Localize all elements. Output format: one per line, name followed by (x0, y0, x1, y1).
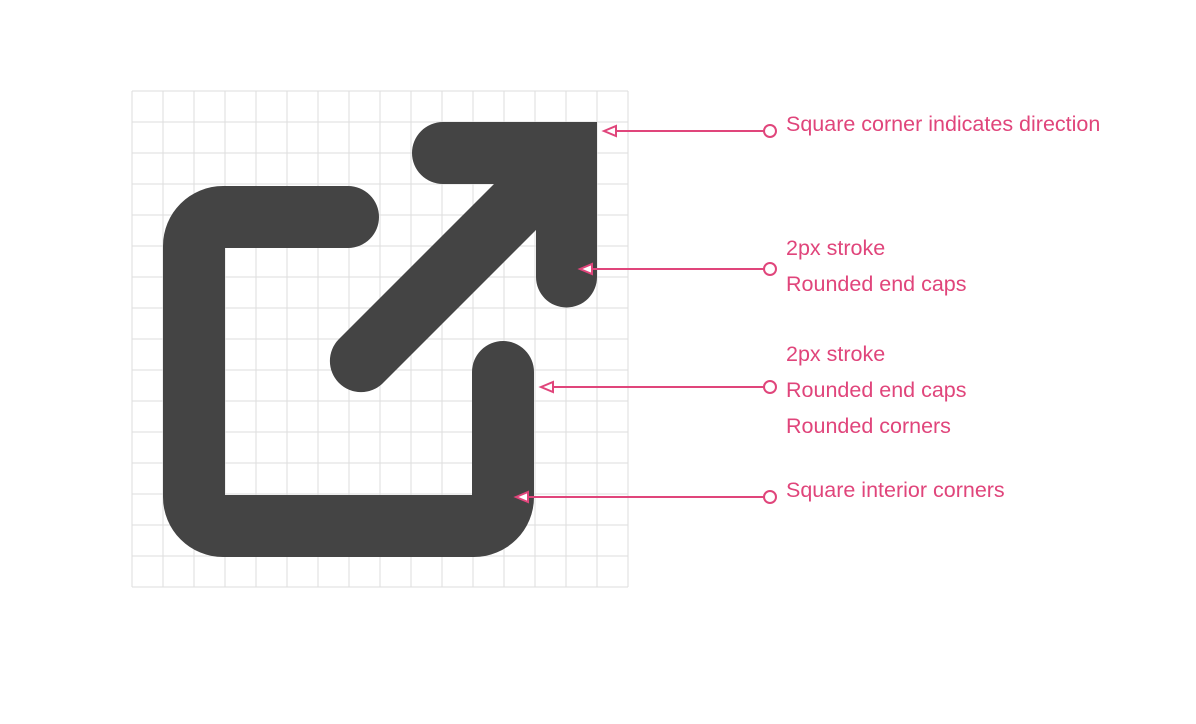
annotation-arrow-2 (577, 262, 777, 276)
annotation-stroke-endcaps: 2px stroke Rounded end caps (786, 230, 967, 302)
annotation-stroke-endcaps-corners: 2px stroke Rounded end caps Rounded corn… (786, 336, 967, 444)
annotation-arrow-1 (601, 124, 777, 138)
arrow-shape (329, 122, 597, 393)
annotation-line: Rounded end caps (786, 378, 967, 402)
annotation-arrow-3 (538, 380, 777, 394)
annotation-arrow-4 (513, 490, 777, 504)
annotation-line: 2px stroke (786, 342, 886, 366)
annotation-line: Rounded corners (786, 414, 951, 438)
annotation-line: Square corner indicates direction (786, 112, 1101, 136)
annotation-line: Rounded end caps (786, 272, 967, 296)
annotation-line: Square interior corners (786, 478, 1005, 502)
annotation-square-interior: Square interior corners (786, 472, 1005, 508)
annotation-line: 2px stroke (786, 236, 886, 260)
annotation-square-corner: Square corner indicates direction (786, 106, 1100, 142)
